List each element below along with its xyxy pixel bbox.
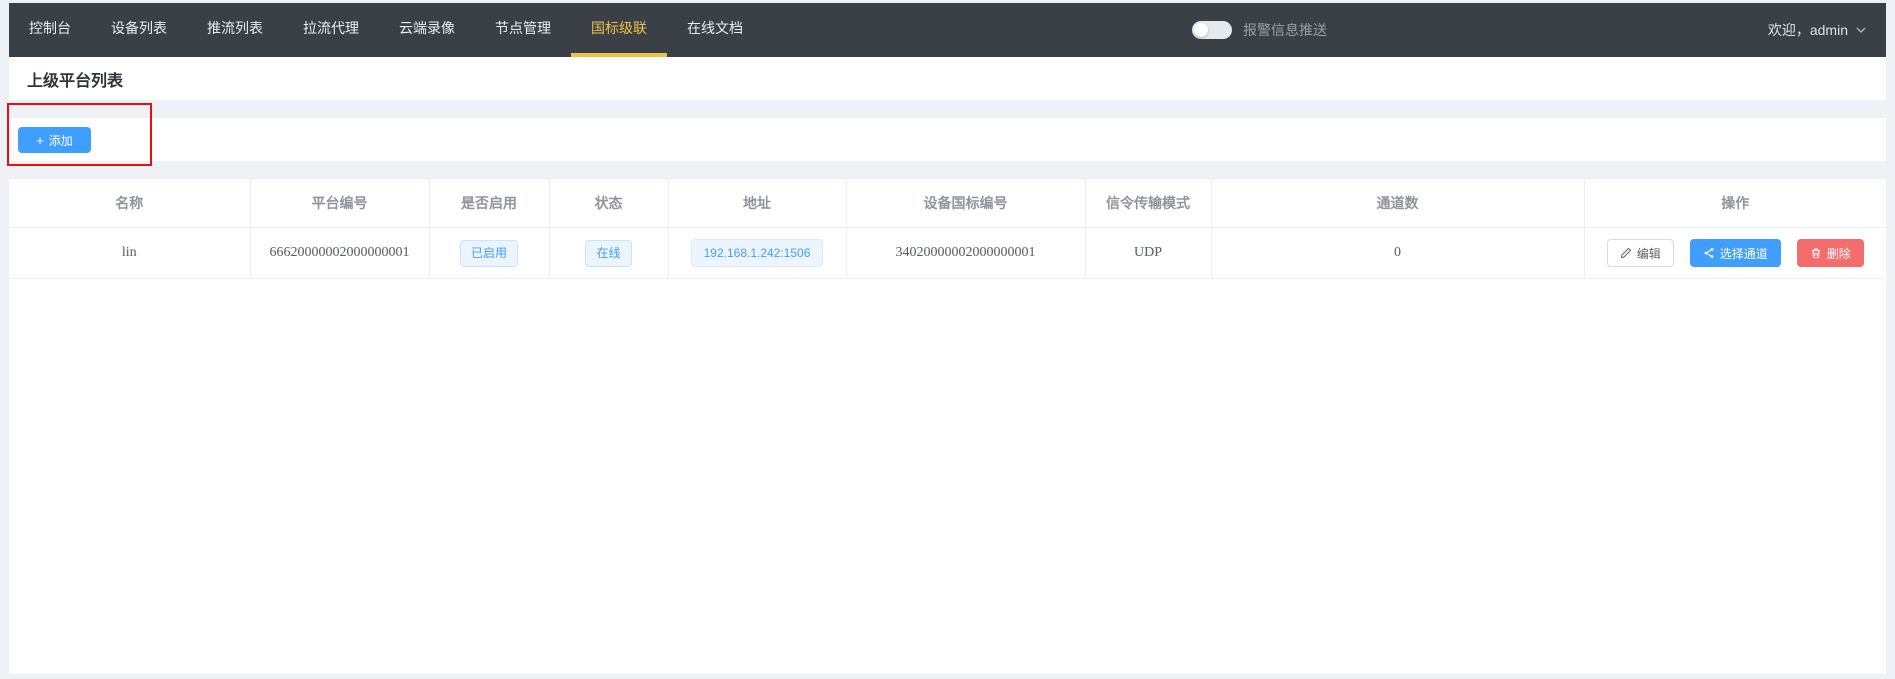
cell-operations: 编辑 选择通道 删除 [1584,228,1886,279]
pencil-icon [1620,247,1632,259]
nav-item-cloud-record[interactable]: 云端录像 [379,3,475,57]
platform-table-card: 名称 平台编号 是否启用 状态 地址 设备国标编号 信令传输模式 通道数 操作 … [9,178,1886,674]
edit-button[interactable]: 编辑 [1607,239,1674,267]
welcome-text: 欢迎，admin [1768,20,1848,40]
add-button[interactable]: + 添加 [18,127,91,153]
cell-enabled: 已启用 [429,228,549,279]
nav-item-gb-cascade[interactable]: 国标级联 [571,3,667,57]
nav-item-node-manage[interactable]: 节点管理 [475,3,571,57]
address-tag: 192.168.1.242:1506 [691,239,824,267]
col-header-transport: 信令传输模式 [1085,179,1211,228]
nav-item-device-list[interactable]: 设备列表 [91,3,187,57]
col-header-operations: 操作 [1584,179,1886,228]
status-badge: 在线 [585,240,631,267]
select-channel-button-label: 选择通道 [1720,245,1768,262]
nav-item-pull-proxy[interactable]: 拉流代理 [283,3,379,57]
delete-button[interactable]: 删除 [1797,239,1864,267]
app-container: 控制台 设备列表 推流列表 拉流代理 云端录像 节点管理 国标级联 在线文档 报… [9,3,1886,674]
share-icon [1703,247,1715,259]
toggle-knob-icon [1194,23,1208,37]
col-header-channels: 通道数 [1211,179,1584,228]
col-header-platform-id: 平台编号 [250,179,429,228]
cell-channels: 0 [1211,228,1584,279]
col-header-name: 名称 [9,179,250,228]
col-header-enabled: 是否启用 [429,179,549,228]
delete-button-label: 删除 [1827,245,1851,262]
trash-icon [1810,247,1822,259]
col-header-device-gb-id: 设备国标编号 [846,179,1085,228]
edit-button-label: 编辑 [1637,245,1661,262]
select-channel-button[interactable]: 选择通道 [1690,239,1781,267]
page-title: 上级平台列表 [27,67,123,91]
cell-status: 在线 [549,228,668,279]
table-row: lin 66620000002000000001 已启用 在线 192.168.… [9,228,1886,279]
title-bar: 上级平台列表 [9,57,1886,100]
alarm-push-label: 报警信息推送 [1243,20,1327,40]
user-menu[interactable]: 欢迎，admin [1768,20,1886,40]
nav-item-push-list[interactable]: 推流列表 [187,3,283,57]
nav-item-online-docs[interactable]: 在线文档 [667,3,763,57]
col-header-status: 状态 [549,179,668,228]
cell-platform-id: 66620000002000000001 [250,228,429,279]
plus-icon: + [36,134,44,147]
cell-transport: UDP [1085,228,1211,279]
spacer [9,100,1886,118]
cell-name: lin [9,228,250,279]
top-nav: 控制台 设备列表 推流列表 拉流代理 云端录像 节点管理 国标级联 在线文档 报… [9,3,1886,57]
table-header-row: 名称 平台编号 是否启用 状态 地址 设备国标编号 信令传输模式 通道数 操作 [9,179,1886,228]
spacer [9,161,1886,178]
cell-device-gb-id: 34020000002000000001 [846,228,1085,279]
nav-item-console[interactable]: 控制台 [9,3,91,57]
chevron-down-icon [1856,25,1866,35]
enabled-badge: 已启用 [460,240,518,267]
col-header-address: 地址 [668,179,846,228]
alarm-push-toggle[interactable] [1192,21,1232,39]
platform-table: 名称 平台编号 是否启用 状态 地址 设备国标编号 信令传输模式 通道数 操作 … [9,178,1886,279]
toolbar: + 添加 [9,118,1886,161]
cell-address: 192.168.1.242:1506 [668,228,846,279]
add-button-label: 添加 [49,132,73,149]
